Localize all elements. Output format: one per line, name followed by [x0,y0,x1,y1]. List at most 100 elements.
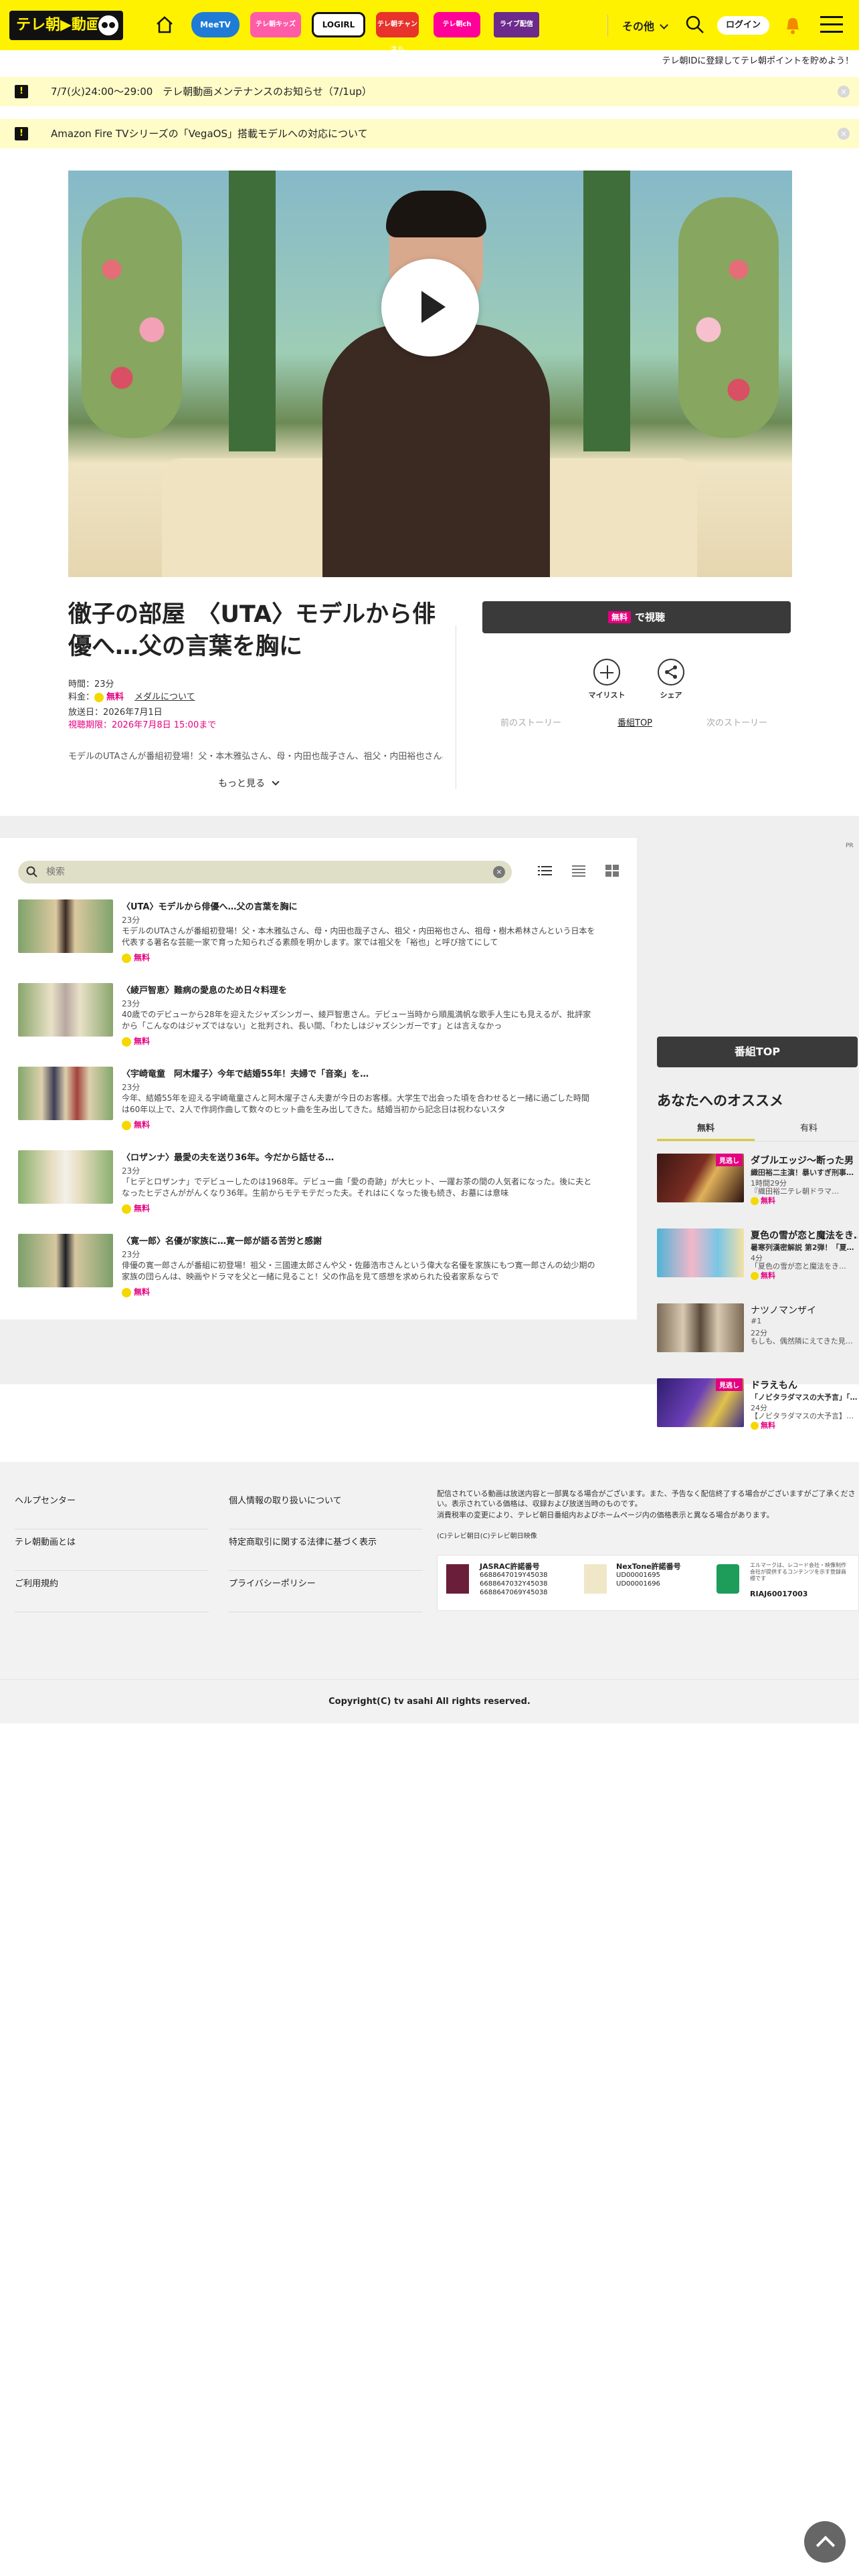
jasrac-logo-icon [446,1564,469,1594]
nav-logo-kids[interactable]: テレ朝キッズ [250,12,301,37]
recommend-name: ダブルエッジ〜断った男 [751,1156,854,1166]
program-top-link[interactable]: 番組TOP [617,716,652,728]
more-menu-label: その他 [622,20,655,33]
share-label: シェア [660,691,682,700]
notice-maintenance[interactable]: 7/7(火)24:00～29:00 テレ朝動画メンテナンスのお知らせ（7/1up… [0,77,859,106]
video-player[interactable] [68,171,792,577]
info-icon [15,127,28,140]
episode-price-label: 無料 [134,1120,151,1130]
footer-link-personal-info[interactable]: 個人情報の取り扱いについて [229,1495,423,1529]
free-coin-icon [751,1272,759,1280]
episode-item[interactable]: 〈ロザンナ〉最愛の夫を送り36年。今だから話せる… 23分 「ヒデとロザンナ」で… [18,1150,620,1217]
episode-item[interactable]: 〈UTA〉モデルから俳優へ…父の言葉を胸に 23分 モデルのUTAさんが番組初登… [18,899,620,966]
point-notice[interactable]: テレ朝IDに登録してテレ朝ポイントを貯めよう！ [0,52,859,71]
scroll-to-top-icon[interactable] [804,2521,846,2563]
program-air-date: 放送日：2026年7月1日 [68,708,163,718]
panda-mascot-icon [96,13,120,37]
tab-free[interactable]: 無料 [657,1121,755,1142]
grid-view-icon[interactable] [604,863,620,879]
show-more-button[interactable]: もっと見る [218,776,280,790]
close-icon[interactable]: × [838,86,850,98]
set-pillar [583,171,630,451]
episode-description: 今年、結婚55年を迎える宇崎竜童さんと阿木燿子さん夫妻が今日のお客様。大学生で出… [122,1093,589,1114]
nav-logo-ch[interactable]: テレ朝ch [434,12,480,37]
recommend-name: ナツノマンザイ [751,1305,816,1316]
footer-link-help[interactable]: ヘルプセンター [15,1495,209,1529]
episode-description: モデルのUTAさんが番組初登場！父・本木雅弘さん、母・内田也哉子さん、祖父・内田… [122,926,595,947]
mylist-button[interactable]: マイリスト [587,659,627,700]
bell-icon[interactable] [783,13,803,36]
footer-link-terms[interactable]: ご利用規約 [15,1578,209,1612]
recommend-description: もしも、偶然隣にえてきた見… [751,1337,853,1346]
jasrac-numbers: 6688647019Y45038 6688647032Y45038 668864… [480,1572,548,1596]
catchup-badge: 見逃し [716,1378,743,1391]
watch-free-button[interactable]: 無料 で視聴 [482,601,791,633]
episode-duration: 23分 [122,916,140,925]
episode-description: 俳優の寛一郎さんが番組に初登場！祖父・三國連太郎さんや父・佐藤浩市さんという偉大… [122,1261,595,1281]
l-mark-number: RIAJ60017003 [750,1590,808,1598]
recommend-thumbnail [657,1228,744,1277]
episode-price-label: 無料 [134,1287,151,1297]
program-duration: 時間：23分 [68,679,114,689]
footer-link-about[interactable]: テレ朝動画とは [15,1536,209,1571]
notice-vegaos[interactable]: Amazon Fire TVシリーズの「VegaOS」搭載モデルへの対応について… [0,119,859,148]
footer-copyright-note: (C)テレビ朝日(C)テレビ朝日映像 [437,1533,537,1540]
recommend-title: あなたへのオススメ [657,1093,783,1109]
recommend-thumbnail [657,1303,744,1352]
footer-note-tax: 消費税率の変更により、テレビ朝日番組内およびホームページ内の価格表示と異なる場合… [437,1511,774,1519]
site-logo[interactable]: テレ朝▶動画 [9,11,123,40]
recommend-item[interactable]: 見逃し ダブルエッジ〜断った男 織田裕二主演！暴いすぎ刑事… 1時間29分 『織… [657,1154,858,1207]
compact-list-icon[interactable] [571,863,587,879]
episode-item[interactable]: 〈寛一郎〉名優が家族に…寛一郎が語る苦労と感謝 23分 俳優の寛一郎さんが番組に… [18,1234,620,1301]
recommend-name: 夏色の雪が恋と魔法をき… [751,1230,858,1241]
watch-label: で視聴 [635,611,666,623]
recommend-item[interactable]: 夏色の雪が恋と魔法をき… 暑寒列漢密解説 第2弾！「夏… 4分 「夏色の雪が恋と… [657,1228,858,1282]
episode-item[interactable]: 〈宇崎竜童 阿木燿子〉今年で結婚55年！夫婦で「音楽」を… 23分 今年、結婚5… [18,1067,620,1134]
nav-logo-channel[interactable]: テレ朝チャンネル [376,12,419,53]
episode-thumbnail [18,1234,113,1287]
search-icon[interactable] [685,15,705,35]
login-button[interactable]: ログイン [717,16,769,35]
free-coin-icon [122,1120,131,1130]
episode-item[interactable]: 〈綾戸智恵〉難病の愛息のため日々料理を 23分 40歳でのデビューから28年を迎… [18,983,620,1050]
close-icon[interactable]: × [838,128,850,140]
show-more-label: もっと見る [218,778,265,789]
guest-hair [386,191,486,237]
episode-search-input[interactable] [45,864,473,880]
episode-description: 「ヒデとロザンナ」でデビューしたのは1968年。デビュー曲「愛の奇跡」が大ヒット… [122,1177,592,1198]
more-menu-button[interactable]: その他 [622,17,668,33]
recommend-name: ドラえもん [751,1380,797,1391]
ad-label: PR [846,843,854,849]
footer-link-commerce-act[interactable]: 特定商取引に関する法律に基づく表示 [229,1536,423,1571]
free-coin-icon [122,1037,131,1047]
episode-description: 40歳でのデビューから28年を迎えたジャズシンガー、綾戸智恵さん。デビュー当時か… [122,1010,591,1031]
recommend-price: 無料 [751,1420,775,1430]
program-top-button[interactable]: 番組TOP [657,1037,858,1067]
footer-link-privacy[interactable]: プライバシーポリシー [229,1578,423,1612]
jasrac-license: JASRAC許諾番号 6688647019Y45038 6688647032Y45… [480,1562,548,1597]
episode-thumbnail [18,983,113,1037]
home-icon[interactable] [155,15,174,35]
nav-logo-live[interactable]: ライブ配信 [494,12,539,37]
share-button[interactable]: シェア [651,659,691,700]
tab-paid[interactable]: 有料 [760,1121,858,1139]
clear-icon[interactable]: × [493,866,505,878]
prev-story-link: 前のストーリー [500,718,562,728]
nav-logo-logirl[interactable]: LOGIRL [312,12,365,37]
recommend-item[interactable]: 見逃し ドラえもん 「ノビタラダマスの大予言」「… 24分 【ノビタラダマスの大… [657,1378,858,1432]
medal-link[interactable]: メダルについて [134,692,195,702]
episode-search-field[interactable]: × [18,861,512,883]
recommend-subtitle: 「ノビタラダマスの大予言」「… [751,1393,858,1402]
list-view-icon[interactable] [537,863,553,879]
hamburger-menu-icon[interactable] [820,16,843,33]
price-free: 無料 [106,692,124,702]
episode-price: 無料 [122,952,150,963]
header-divider [607,15,608,36]
play-icon[interactable] [381,259,479,356]
episode-duration: 23分 [122,1083,140,1092]
recommend-price: 無料 [751,1270,775,1281]
nav-logo-meetv[interactable]: MeeTV [191,12,240,37]
next-story-link: 次のストーリー [706,718,768,728]
site-logo-text: テレ朝▶動画 [16,17,101,33]
recommend-item[interactable]: ナツノマンザイ #1 22分 もしも、偶然隣にえてきた見… [657,1303,858,1357]
